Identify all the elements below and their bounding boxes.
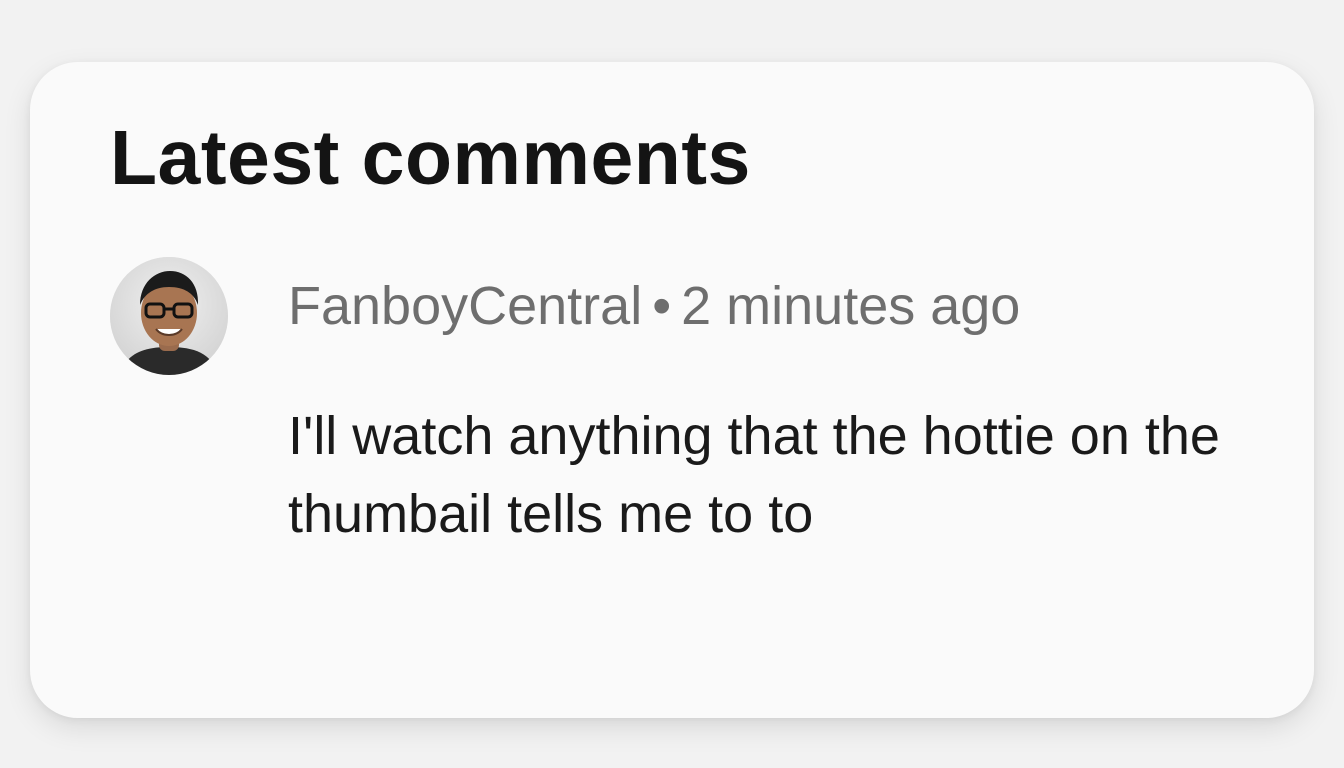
latest-comments-card: Latest comments FanboyCentral • 2 minute… — [30, 62, 1314, 718]
meta-separator: • — [652, 276, 672, 336]
avatar-photo-icon — [110, 257, 228, 375]
section-title: Latest comments — [110, 115, 751, 201]
comment-timestamp: 2 minutes ago — [681, 276, 1021, 336]
page: Latest comments FanboyCentral • 2 minute… — [0, 0, 1344, 768]
comment-meta: FanboyCentral • 2 minutes ago — [288, 274, 1020, 339]
comment-author[interactable]: FanboyCentral — [288, 276, 642, 336]
comment-text: I'll watch anything that the hottie on t… — [288, 406, 1220, 544]
user-avatar[interactable] — [110, 257, 228, 375]
